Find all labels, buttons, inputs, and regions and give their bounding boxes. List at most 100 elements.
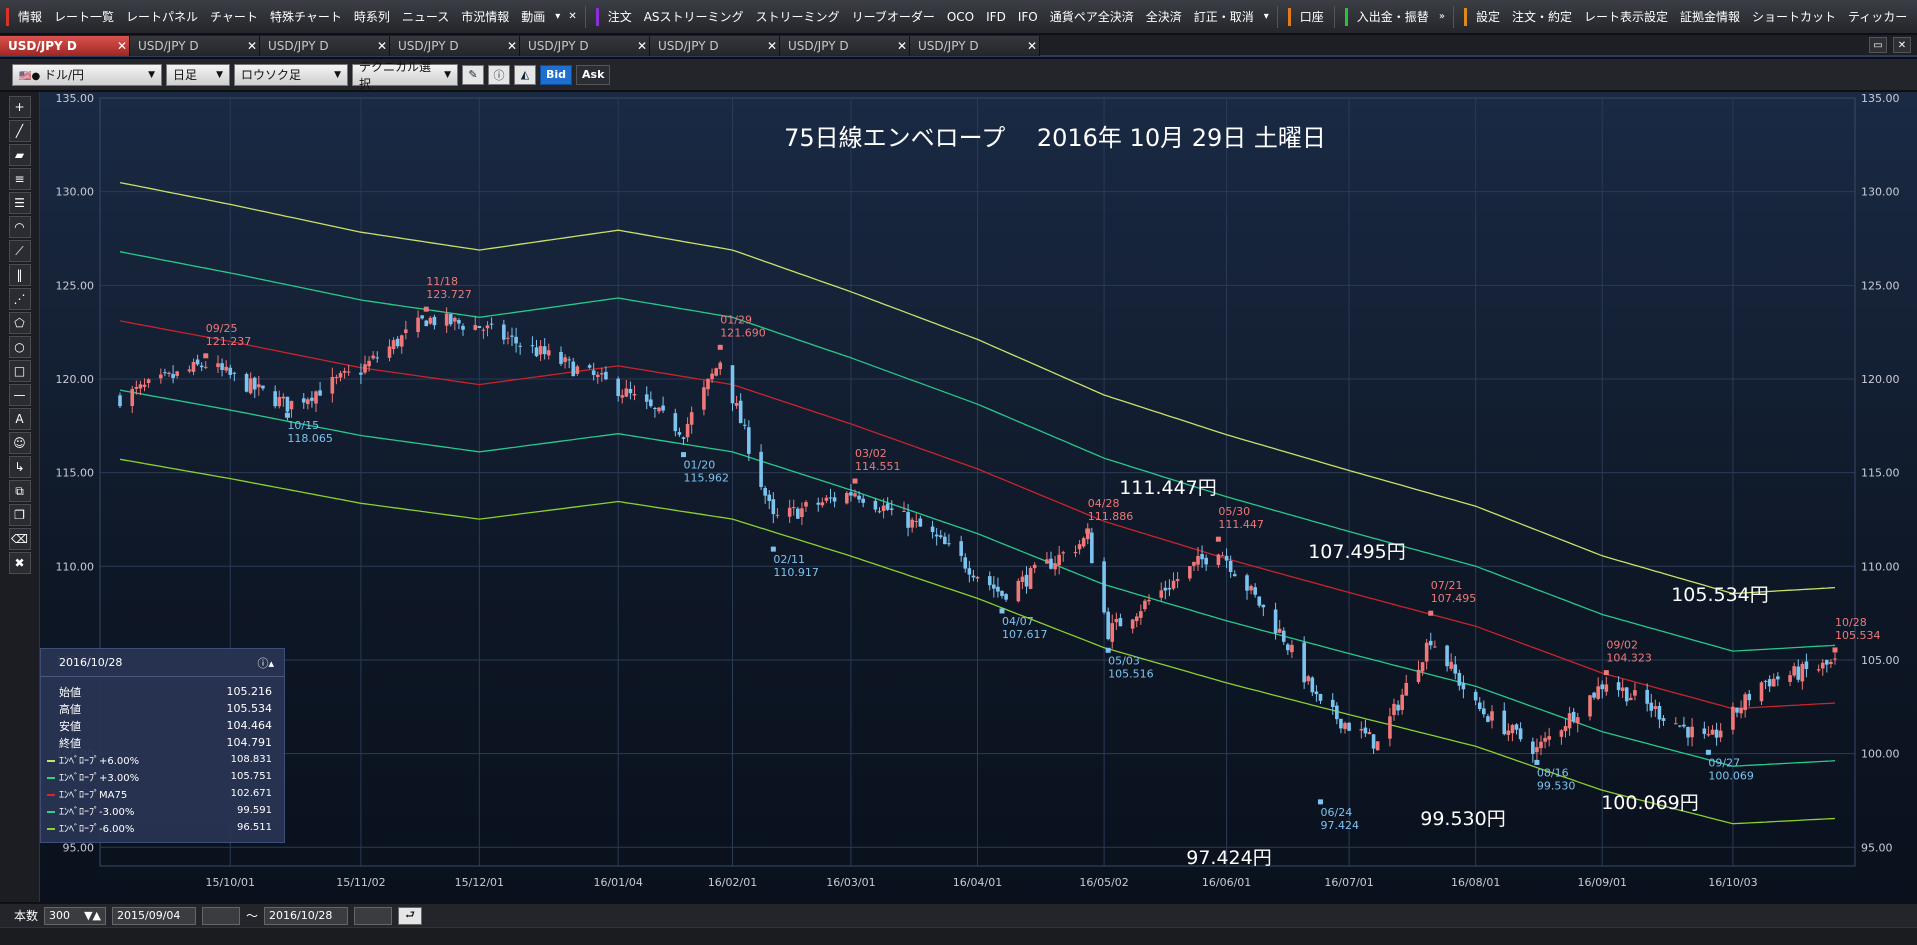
candlestick-chart[interactable]: 135.00 135.00 130.00 130.00 125.00 125.00 120.… [40,92,1917,902]
menu-item[interactable]: ▾ [551,0,564,33]
candle-body [367,360,371,367]
menu-item[interactable]: 全決済 [1140,0,1188,33]
draw-tool-icon[interactable]: ✎ [462,64,484,85]
chart-area[interactable]: 135.00 135.00 130.00 130.00 125.00 125.00 120.… [40,92,1917,902]
chart-tab[interactable]: USD/JPY D ✕ [780,36,910,56]
currency-pair-select[interactable]: 🇺🇸● ドル/円 ▼ [12,63,162,86]
menu-item[interactable]: ストリーミング [750,0,846,33]
chart-tab[interactable]: USD/JPY D ✕ [520,36,650,56]
stepper-arrows-icon[interactable]: ▼▲ [84,909,101,922]
ask-button[interactable]: Ask [576,64,611,85]
rectangle-icon[interactable]: □ [8,360,31,382]
candle-body [1820,662,1825,669]
menu-item[interactable]: 設定 [1470,0,1506,33]
maximize-icon[interactable]: ▭ [1869,37,1887,53]
pentagon-icon[interactable]: ⬠ [8,312,31,334]
chart-tab[interactable]: USD/JPY D ✕ [130,36,260,56]
info-date: 2016/10/28 [59,656,123,669]
period-select[interactable]: 日足 ▼ [166,63,230,86]
menu-item[interactable]: 情報 [12,0,48,33]
menu-item[interactable]: ショートカット [1746,0,1842,33]
y-tick-label-left: 110.00 [56,560,95,573]
cycle-lines-icon[interactable]: ‖ [8,264,31,286]
info-toggle-icon[interactable]: ⓘ▴ [257,655,274,671]
close-tab-icon[interactable]: ✕ [115,39,129,53]
eraser-icon[interactable]: ⌫ [8,528,31,550]
to-date-input[interactable]: 2016/10/28 [264,906,349,925]
currency-pair-label: ドル/円 [44,68,85,82]
menu-item[interactable]: ▾ [1260,0,1273,33]
gann-fan-icon[interactable]: ⋰ [8,288,31,310]
menu-item[interactable]: IFD [980,0,1012,33]
menu-item[interactable]: ニュース [396,0,455,33]
chart-tab[interactable]: USD/JPY D ✕ [390,36,520,56]
menu-item[interactable]: OCO [941,0,980,33]
emoji-icon[interactable]: ☺ [8,432,31,454]
from-time-input[interactable] [202,906,241,925]
circle-icon[interactable]: ○ [8,336,31,358]
fibonacci-arc-icon[interactable]: ◠ [8,216,31,238]
candle-body [1731,706,1735,730]
menu-item[interactable]: 特殊チャート [264,0,348,33]
close-tab-icon[interactable]: ✕ [635,39,649,53]
info-icon[interactable]: ⓘ [488,64,510,85]
menu-item[interactable]: 注文 [602,0,638,33]
candle-body [273,391,277,407]
trendline-icon[interactable]: ╱ [8,120,31,142]
menu-item[interactable]: ✕ [564,0,580,33]
menu-item[interactable]: 注文・約定 [1506,0,1578,33]
area-chart-icon[interactable]: ◭ [514,64,536,85]
chart-tab[interactable]: USD/JPY D ✕ [650,36,780,56]
menu-item[interactable]: レートパネル [120,0,204,33]
menu-item[interactable]: 市況情報 [455,0,515,33]
horizontal-line-icon[interactable]: — [8,384,31,406]
text-icon[interactable]: A [8,408,31,430]
crosshair-icon[interactable]: + [8,96,31,118]
flag-icon: 🇺🇸● [19,71,41,82]
menu-item[interactable]: IFO [1012,0,1044,33]
close-tab-icon[interactable]: ✕ [375,39,389,53]
menu-item[interactable]: 訂正・取消 [1188,0,1260,33]
chart-kind-select[interactable]: ロウソク足 ▼ [234,63,348,86]
menu-item[interactable]: 動画 [515,0,551,33]
menu-item[interactable]: システム [1913,0,1917,33]
reset-range-icon[interactable]: ⮐ [398,906,423,925]
candle-body [1302,642,1306,683]
chart-tab[interactable]: USD/JPY D ✕ [910,36,1040,56]
menu-item[interactable]: 時系列 [348,0,396,33]
close-tab-icon[interactable]: ✕ [895,39,909,53]
erase-all-icon[interactable]: ✖ [8,552,31,574]
menu-item[interactable]: チャート [204,0,264,33]
chart-tab[interactable]: USD/JPY D ✕ [0,36,130,56]
close-tab-icon[interactable]: ✕ [505,39,519,53]
menu-item[interactable]: ティッカー [1842,0,1913,33]
technical-select[interactable]: テクニカル選択 ▼ [352,60,458,91]
to-time-input[interactable] [354,906,393,925]
count-stepper[interactable]: 300 ▼▲ [44,906,107,925]
close-window-icon[interactable]: ✕ [1893,37,1911,53]
menu-item[interactable]: 口座 [1294,0,1330,33]
peak-date-label: 03/02 [855,447,887,460]
pointer-icon[interactable]: ↳ [8,456,31,478]
menu-item[interactable]: ASストリーミング [638,0,750,33]
close-tab-icon[interactable]: ✕ [765,39,779,53]
menu-item[interactable]: レート表示設定 [1578,0,1674,33]
menu-item[interactable]: リーブオーダー [846,0,941,33]
menu-item[interactable]: レート一覧 [48,0,120,33]
ruler-icon[interactable]: ▰ [8,144,31,166]
parallel-lines-icon[interactable]: ≡ [8,168,31,190]
copy-icon[interactable]: ⧉ [8,480,31,502]
menu-item[interactable]: » [1435,0,1449,33]
bid-button[interactable]: Bid [540,64,573,85]
close-tab-icon[interactable]: ✕ [245,39,259,53]
duplicate-icon[interactable]: ❐ [8,504,31,526]
menu-item[interactable]: 証拠金情報 [1674,0,1746,33]
from-date-input[interactable]: 2015/09/04 [112,906,197,925]
chart-tab[interactable]: USD/JPY D ✕ [260,36,390,56]
fibonacci-icon[interactable]: ☰ [8,192,31,214]
fan-icon[interactable]: ⟋ [8,240,31,262]
close-tab-icon[interactable]: ✕ [1025,39,1039,53]
menu-item[interactable]: 通貨ペア全決済 [1044,0,1140,33]
candle-body [473,325,478,330]
menu-item[interactable]: 入出金・振替 [1351,0,1435,33]
